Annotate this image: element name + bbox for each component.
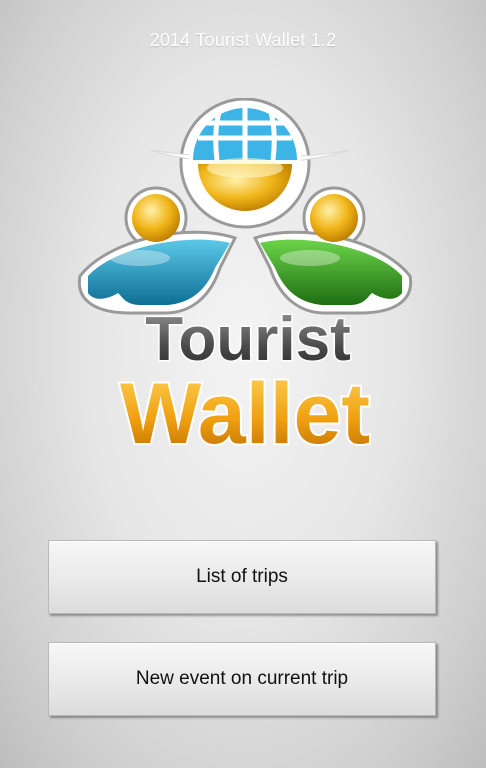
tourist-wallet-logo: Tourist Wallet <box>70 98 420 478</box>
new-event-label: New event on current trip <box>135 668 349 689</box>
logo-word-wallet: Wallet <box>120 366 370 462</box>
logo-word-tourist: Tourist <box>145 305 351 374</box>
list-of-trips-button[interactable]: List of trips <box>48 540 436 614</box>
globe-icon <box>189 104 301 216</box>
new-event-button[interactable]: New event on current trip <box>48 642 436 716</box>
list-of-trips-label: List of trips <box>196 566 288 587</box>
app-title: 2014 Tourist Wallet 1.2 <box>149 30 337 50</box>
